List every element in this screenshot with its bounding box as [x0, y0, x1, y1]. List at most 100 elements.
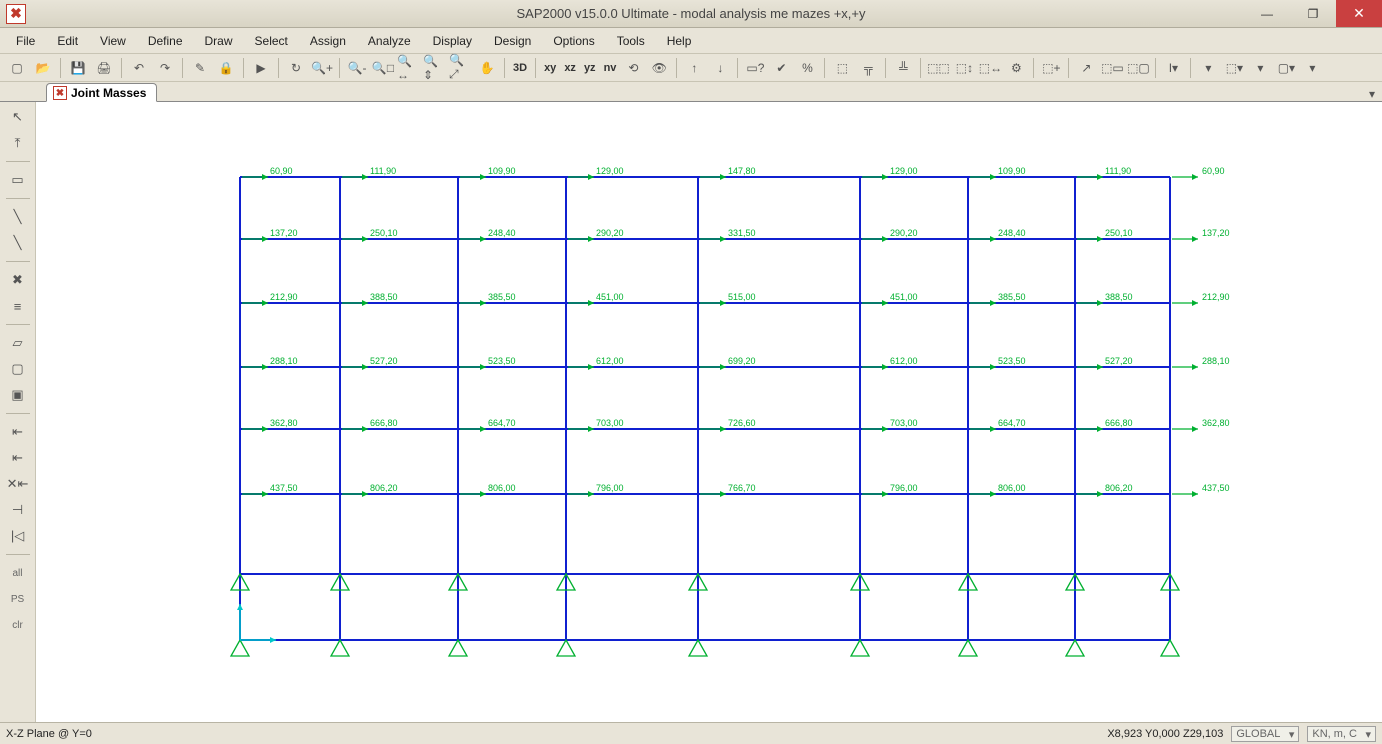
toolbar-button[interactable]: ⬚ — [830, 57, 854, 79]
tab-joint-masses[interactable]: ✖ Joint Masses — [46, 83, 157, 102]
toolbar-button[interactable]: ▢ — [5, 57, 29, 79]
toolbar-separator — [6, 161, 30, 162]
svg-text:129,00: 129,00 — [890, 166, 918, 176]
toolbar-button[interactable]: yz — [581, 57, 599, 79]
toolbar-button[interactable]: ↶ — [127, 57, 151, 79]
menu-help[interactable]: Help — [657, 31, 702, 51]
draw-tool-PS[interactable]: PS — [5, 588, 31, 610]
toolbar-button[interactable]: nv — [601, 57, 620, 79]
draw-tool-button[interactable]: |◁ — [5, 525, 31, 547]
toolbar-button[interactable]: ▾ — [1300, 57, 1324, 79]
toolbar-separator — [339, 58, 340, 78]
toolbar-button[interactable]: ⬚⬚ — [926, 57, 950, 79]
toolbar-separator — [182, 58, 183, 78]
toolbar-button[interactable]: ⬚↕ — [952, 57, 976, 79]
menu-select[interactable]: Select — [245, 31, 298, 51]
toolbar-button[interactable]: ↻ — [284, 57, 308, 79]
toolbar-separator — [920, 58, 921, 78]
toolbar-button[interactable]: ╦ — [856, 57, 880, 79]
menu-edit[interactable]: Edit — [47, 31, 88, 51]
toolbar-button[interactable]: ✔ — [769, 57, 793, 79]
toolbar-button[interactable]: 📂 — [31, 57, 55, 79]
close-button[interactable]: ✕ — [1336, 0, 1382, 27]
draw-tool-clr[interactable]: clr — [5, 614, 31, 636]
model-viewport[interactable]: 60,90111,90109,90129,00147,80129,00109,9… — [36, 102, 1382, 722]
toolbar-button[interactable]: ▶ — [249, 57, 273, 79]
draw-tool-button[interactable]: ⇤ — [5, 447, 31, 469]
toolbar-button[interactable]: ▾ — [1196, 57, 1220, 79]
toolbar-button[interactable]: ↓ — [708, 57, 732, 79]
toolbar-button[interactable]: ╩ — [891, 57, 915, 79]
toolbar-button[interactable]: xz — [561, 57, 579, 79]
toolbar-separator — [535, 58, 536, 78]
toolbar-button[interactable]: 🖨 — [92, 57, 116, 79]
toolbar-button[interactable]: % — [795, 57, 819, 79]
menu-design[interactable]: Design — [484, 31, 541, 51]
svg-text:109,90: 109,90 — [998, 166, 1026, 176]
minimize-button[interactable]: — — [1244, 0, 1290, 27]
toolbar-button[interactable]: ⬚▭ — [1100, 57, 1124, 79]
svg-text:703,00: 703,00 — [890, 418, 918, 428]
maximize-button[interactable]: ❐ — [1290, 0, 1336, 27]
draw-tool-button[interactable]: ▭ — [5, 169, 31, 191]
menu-display[interactable]: Display — [423, 31, 482, 51]
svg-text:806,00: 806,00 — [488, 483, 516, 493]
menu-draw[interactable]: Draw — [195, 31, 243, 51]
toolbar-button[interactable]: ↷ — [153, 57, 177, 79]
toolbar-button[interactable]: 3D — [510, 57, 530, 79]
toolbar-separator — [6, 554, 30, 555]
menu-file[interactable]: File — [6, 31, 45, 51]
toolbar-button[interactable]: 🔍- — [345, 57, 369, 79]
toolbar-button[interactable]: 🔍□ — [371, 57, 395, 79]
menu-tools[interactable]: Tools — [607, 31, 655, 51]
toolbar-button[interactable]: 💾 — [66, 57, 90, 79]
toolbar-button[interactable]: ⚙ — [1004, 57, 1028, 79]
toolbar-button[interactable]: ↗ — [1074, 57, 1098, 79]
toolbar-button[interactable]: ⬚▢ — [1126, 57, 1150, 79]
coord-system-select[interactable]: GLOBAL — [1231, 726, 1299, 742]
draw-tool-button[interactable]: ╲ — [5, 232, 31, 254]
toolbar-button[interactable]: ↑ — [682, 57, 706, 79]
toolbar-button[interactable]: ▭? — [743, 57, 767, 79]
menu-define[interactable]: Define — [138, 31, 193, 51]
toolbar-button[interactable]: ✎ — [188, 57, 212, 79]
menu-view[interactable]: View — [90, 31, 136, 51]
menu-assign[interactable]: Assign — [300, 31, 356, 51]
svg-text:523,50: 523,50 — [488, 356, 516, 366]
tab-dropdown-icon[interactable]: ▾ — [1362, 87, 1382, 101]
draw-tool-button[interactable]: ▣ — [5, 384, 31, 406]
toolbar-button[interactable]: ✋ — [475, 57, 499, 79]
draw-tool-button[interactable]: ✖ — [5, 269, 31, 291]
draw-tool-button[interactable]: ╲ — [5, 206, 31, 228]
menu-options[interactable]: Options — [543, 31, 604, 51]
draw-tool-button[interactable]: ▱ — [5, 332, 31, 354]
draw-tool-button[interactable]: ⊣ — [5, 499, 31, 521]
toolbar-button[interactable]: ⬚↔ — [978, 57, 1002, 79]
draw-tool-button[interactable]: ✕⇤ — [5, 473, 31, 495]
units-select[interactable]: KN, m, C — [1307, 726, 1376, 742]
draw-tool-button[interactable]: ⇤ — [5, 421, 31, 443]
toolbar-separator — [60, 58, 61, 78]
toolbar-button[interactable]: 🔍↔ — [397, 57, 421, 79]
draw-tool-button[interactable]: ↖ — [5, 106, 31, 128]
draw-tool-button[interactable]: ▢ — [5, 358, 31, 380]
draw-tool-button[interactable]: ≡ — [5, 295, 31, 317]
draw-tool-button[interactable]: ⤒ — [5, 132, 31, 154]
toolbar-button[interactable]: ⬚+ — [1039, 57, 1063, 79]
menu-analyze[interactable]: Analyze — [358, 31, 421, 51]
toolbar-button[interactable]: ⟲ — [621, 57, 645, 79]
svg-text:437,50: 437,50 — [1202, 483, 1230, 493]
toolbar-button[interactable]: 👁 — [647, 57, 671, 79]
svg-text:212,90: 212,90 — [1202, 292, 1230, 302]
toolbar-button[interactable]: I▾ — [1161, 57, 1185, 79]
toolbar-button[interactable]: ▢▾ — [1274, 57, 1298, 79]
toolbar-button[interactable]: 🔒 — [214, 57, 238, 79]
draw-tool-all[interactable]: all — [5, 562, 31, 584]
toolbar-button[interactable]: ⬚▾ — [1222, 57, 1246, 79]
toolbar-button[interactable]: 🔍⇕ — [423, 57, 447, 79]
toolbar-button[interactable]: ▾ — [1248, 57, 1272, 79]
toolbar-button[interactable]: xy — [541, 57, 559, 79]
toolbar-button[interactable]: 🔍+ — [310, 57, 334, 79]
toolbar-button[interactable]: 🔍⤢ — [449, 57, 473, 79]
toolbar-separator — [824, 58, 825, 78]
